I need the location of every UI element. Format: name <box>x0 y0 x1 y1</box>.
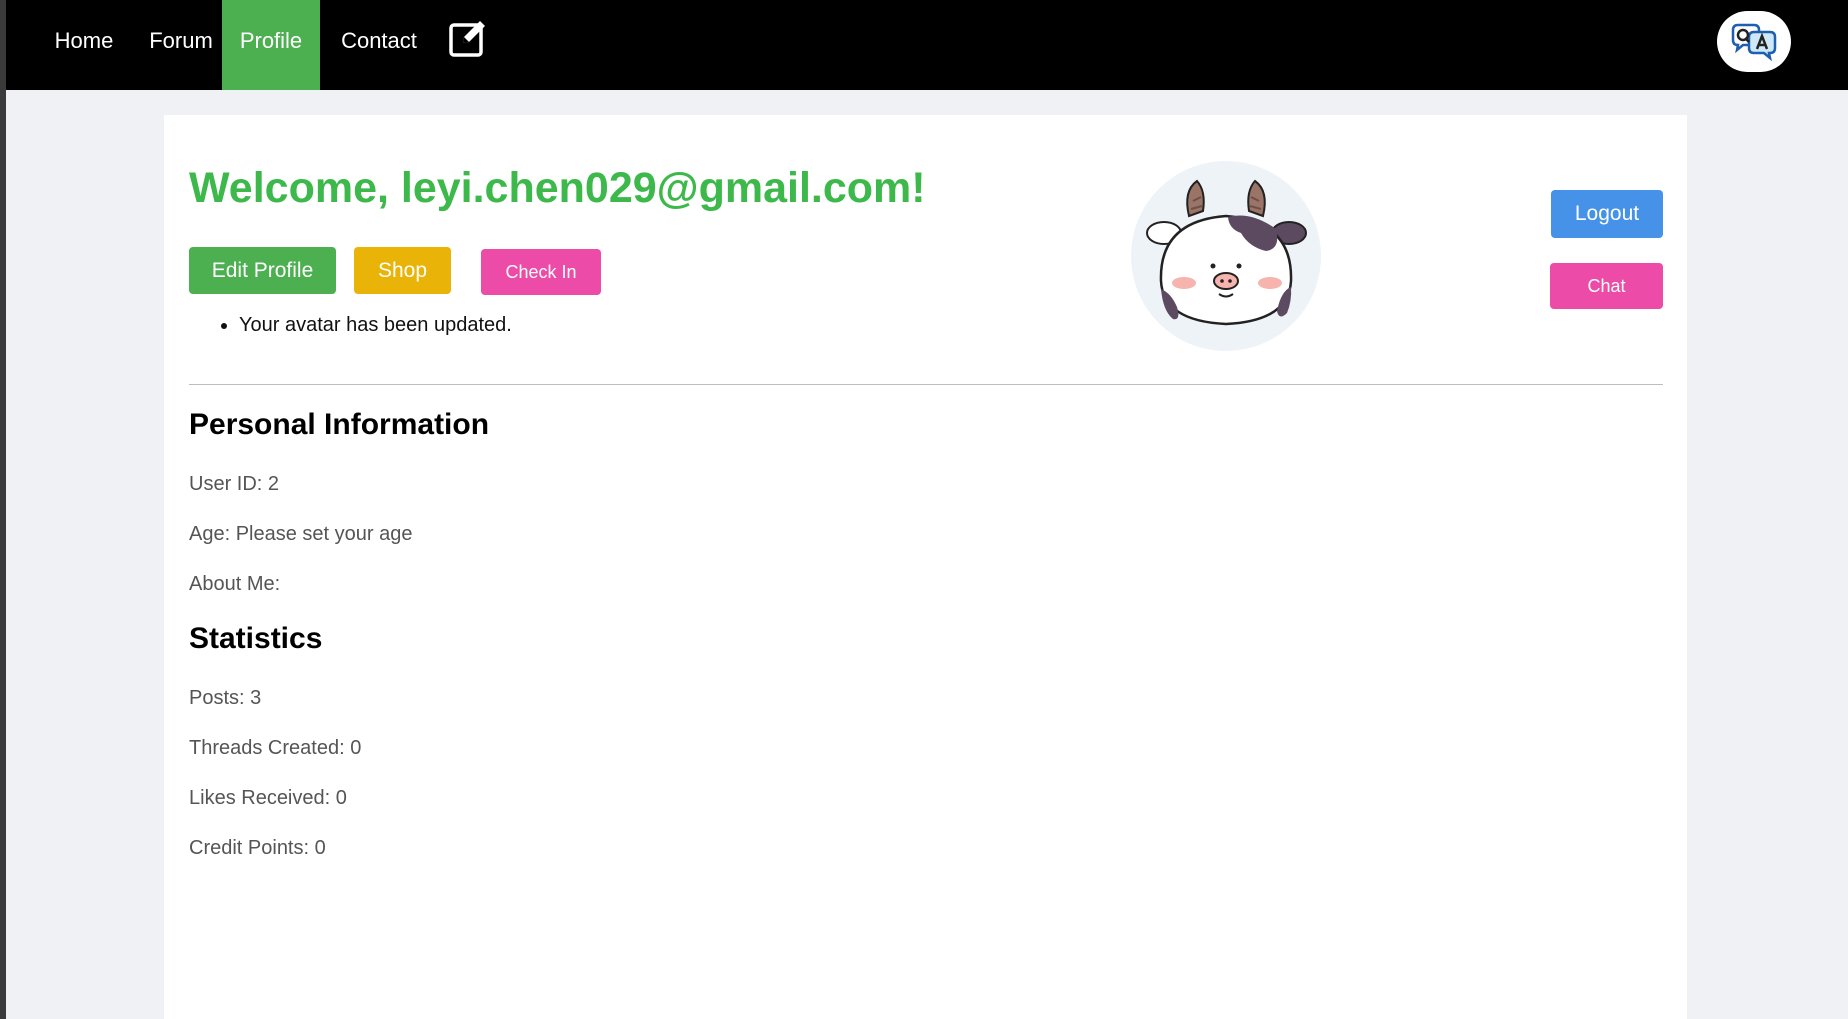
likes-received-text: Likes Received: 0 <box>189 787 347 809</box>
nav-contact[interactable]: Contact <box>326 0 432 90</box>
welcome-heading: Welcome, leyi.chen029@gmail.com! <box>189 164 926 212</box>
nav-forum[interactable]: Forum <box>133 0 229 90</box>
flash-messages: Your avatar has been updated. <box>213 314 512 337</box>
flash-message: Your avatar has been updated. <box>239 314 512 337</box>
user-id-text: User ID: 2 <box>189 473 280 495</box>
logout-button[interactable]: Logout <box>1551 190 1663 238</box>
statistics-heading: Statistics <box>189 622 323 655</box>
nav-home[interactable]: Home <box>35 0 133 90</box>
age-text: Age: Please set your age <box>189 523 413 545</box>
credit-points-text: Credit Points: 0 <box>189 837 326 859</box>
qa-chat-logo-icon[interactable] <box>1717 11 1791 72</box>
edit-profile-button[interactable]: Edit Profile <box>189 247 336 294</box>
about-me-text: About Me: <box>189 573 281 595</box>
cow-avatar-icon <box>1131 161 1321 351</box>
threads-created-text: Threads Created: 0 <box>189 737 362 759</box>
check-in-button[interactable]: Check In <box>481 249 601 295</box>
window-edge <box>0 0 6 1019</box>
top-navbar: Home Forum Profile Contact <box>6 0 1848 90</box>
nav-profile[interactable]: Profile <box>222 0 320 90</box>
personal-info-heading: Personal Information <box>189 408 490 441</box>
section-divider <box>189 384 1663 385</box>
chat-button[interactable]: Chat <box>1550 263 1663 309</box>
edit-note-icon[interactable] <box>448 18 488 58</box>
posts-count-text: Posts: 3 <box>189 687 262 709</box>
shop-button[interactable]: Shop <box>354 247 451 294</box>
